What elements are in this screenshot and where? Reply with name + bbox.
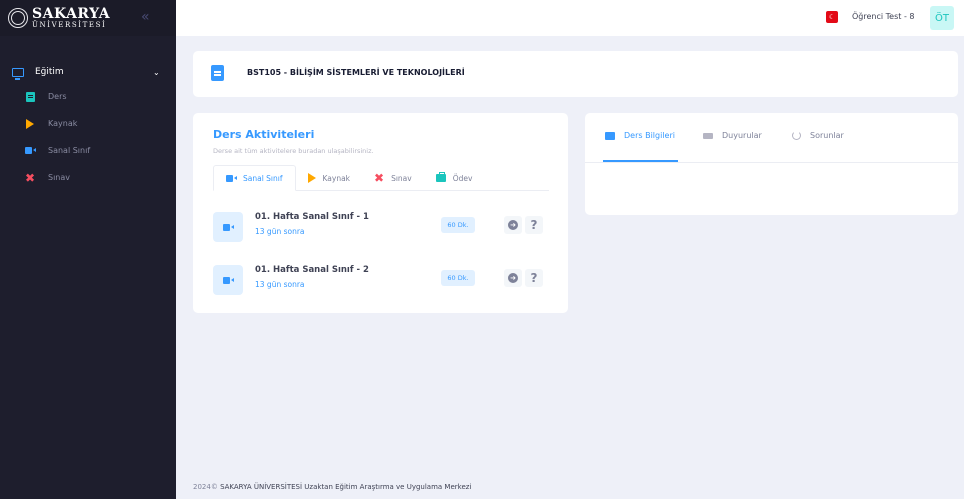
play-icon	[26, 118, 34, 129]
tab-label: Ödev	[452, 173, 473, 183]
tab-ders-bilgileri[interactable]: Ders Bilgileri	[605, 131, 675, 140]
monitor-icon	[12, 67, 24, 80]
sidebar-item-label: Kaynak	[48, 119, 78, 128]
university-seal-icon	[8, 8, 28, 28]
top-header: ☾ Öğrenci Test - 8 ÖT	[176, 0, 964, 36]
avatar[interactable]: ÖT	[930, 6, 954, 30]
video-camera-icon	[223, 276, 234, 284]
briefcase-icon	[435, 172, 446, 182]
support-icon	[792, 131, 801, 140]
tab-label: Kaynak	[322, 173, 351, 183]
question-icon: ?	[530, 218, 538, 232]
help-button[interactable]: ?	[525, 269, 543, 287]
x-icon: ✖	[24, 170, 36, 185]
chevron-down-icon: ⌄	[153, 67, 160, 77]
list-item[interactable]: 01. Hafta Sanal Sınıf - 1 13 gün sonra 6…	[213, 210, 549, 246]
sidebar: SAKARYA ÜNİVERSİTESİ « Eğitim ⌄ Ders Kay…	[0, 0, 176, 499]
sidebar-item-label: Ders	[48, 92, 67, 101]
announcement-icon	[703, 132, 713, 139]
chevron-left-icon[interactable]: «	[141, 9, 150, 25]
tab-duyurular[interactable]: Duyurular	[703, 131, 762, 140]
sidebar-section-egitim[interactable]: Eğitim ⌄	[0, 61, 176, 83]
tab-sinav[interactable]: ✖ Sınav	[362, 165, 424, 191]
tab-label: Duyurular	[722, 131, 762, 140]
sidebar-item-label: Sınav	[48, 173, 71, 182]
book-icon	[211, 65, 224, 81]
sidebar-item-sinav[interactable]: ✖ Sınav	[0, 164, 176, 191]
play-icon	[307, 173, 316, 183]
active-tab-indicator	[603, 160, 678, 162]
activity-title[interactable]: 01. Hafta Sanal Sınıf - 1	[255, 212, 369, 222]
activity-time: 13 gün sonra	[255, 227, 305, 236]
brand-logo[interactable]: SAKARYA ÜNİVERSİTESİ	[0, 0, 176, 36]
activities-tabs: Sanal Sınıf Kaynak ✖ Sınav Ödev	[213, 165, 549, 191]
sidebar-item-label: Sanal Sınıf	[48, 146, 91, 155]
duration-badge: 60 Dk.	[441, 270, 475, 286]
tab-sanal-sinif[interactable]: Sanal Sınıf	[213, 165, 296, 191]
go-button[interactable]: ➜	[504, 269, 522, 287]
info-tabs: Ders Bilgileri Duyurular Sorunlar	[585, 113, 958, 163]
book-icon	[25, 91, 35, 102]
user-name[interactable]: Öğrenci Test - 8	[852, 12, 914, 21]
tab-label: Ders Bilgileri	[624, 131, 675, 140]
footer: 2024© SAKARYA ÜNİVERSİTESİ Uzaktan Eğiti…	[193, 483, 471, 491]
list-item[interactable]: 01. Hafta Sanal Sınıf - 2 13 gün sonra 6…	[213, 263, 549, 299]
duration-badge: 60 Dk.	[441, 217, 475, 233]
tab-label: Sınav	[391, 173, 412, 183]
help-button[interactable]: ?	[525, 216, 543, 234]
course-header-card: BST105 - BİLİŞİM SİSTEMLERİ VE TEKNOLOJİ…	[193, 51, 958, 97]
x-icon: ✖	[374, 171, 385, 185]
brand-name: SAKARYA	[32, 6, 111, 22]
brand-sub: ÜNİVERSİTESİ	[32, 21, 107, 29]
chalkboard-icon	[605, 131, 615, 140]
course-info-card: Ders Bilgileri Duyurular Sorunlar	[585, 113, 958, 215]
activity-time: 13 gün sonra	[255, 280, 305, 289]
arrow-right-icon: ➜	[508, 273, 518, 283]
activities-card: Ders Aktiviteleri Derse ait tüm aktivite…	[193, 113, 568, 313]
tr-flag-icon[interactable]: ☾	[826, 11, 838, 23]
footer-year: 2024©	[193, 483, 218, 491]
tab-odev[interactable]: Ödev	[424, 165, 485, 191]
tab-kaynak[interactable]: Kaynak	[296, 165, 363, 191]
activity-title[interactable]: 01. Hafta Sanal Sınıf - 2	[255, 265, 369, 275]
sidebar-item-ders[interactable]: Ders	[0, 83, 176, 110]
go-button[interactable]: ➜	[504, 216, 522, 234]
tab-label: Sorunlar	[810, 131, 844, 140]
footer-link[interactable]: SAKARYA ÜNİVERSİTESİ Uzaktan Eğitim Araş…	[220, 483, 471, 491]
sidebar-item-sanal-sinif[interactable]: Sanal Sınıf	[0, 137, 176, 164]
question-icon: ?	[530, 271, 538, 285]
sidebar-item-kaynak[interactable]: Kaynak	[0, 110, 176, 137]
tab-sorunlar[interactable]: Sorunlar	[792, 131, 844, 140]
video-camera-icon	[223, 223, 234, 231]
activities-subtitle: Derse ait tüm aktivitelere buradan ulaşa…	[213, 147, 374, 155]
activities-title: Ders Aktiviteleri	[213, 128, 315, 141]
video-camera-icon	[226, 174, 237, 182]
sidebar-menu: Eğitim ⌄ Ders Kaynak Sanal Sınıf ✖ Sınav	[0, 61, 176, 191]
tab-label: Sanal Sınıf	[243, 173, 283, 183]
arrow-right-icon: ➜	[508, 220, 518, 230]
sidebar-section-label: Eğitim	[35, 67, 64, 77]
video-camera-icon	[25, 147, 36, 154]
page-title: BST105 - BİLİŞİM SİSTEMLERİ VE TEKNOLOJİ…	[247, 68, 465, 77]
